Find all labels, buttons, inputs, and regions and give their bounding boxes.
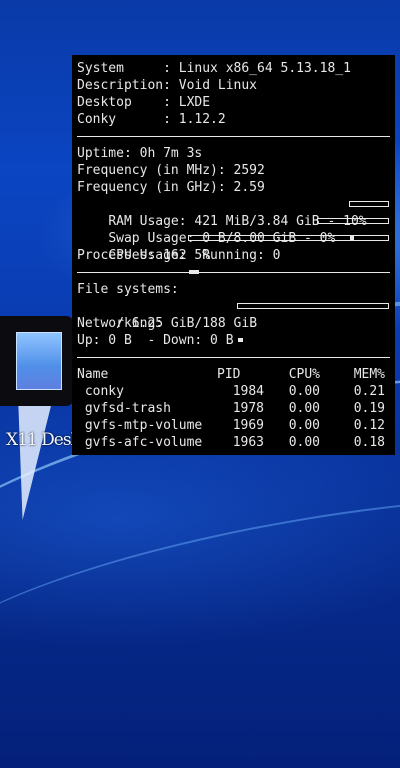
- process-mem: 0.18: [353, 435, 385, 450]
- process-cpu: 0.00: [288, 418, 320, 433]
- process-name: gvfsd-trash: [77, 401, 171, 416]
- process-cpu: 0.00: [288, 384, 320, 399]
- process-pid: 1969: [232, 418, 264, 433]
- swap-usage-line: Swap Usage: 0 B/8.00 GiB - 0%: [77, 213, 390, 246]
- cpu-usage-line: CPU Usage: 5%: [77, 230, 390, 274]
- process-cpu: 0.00: [288, 435, 320, 450]
- desktop-line: Desktop : LXDE: [77, 95, 211, 110]
- system-line: System : Linux x86_64 5.13.18_1: [77, 61, 351, 76]
- uptime-line: Uptime: 0h 7m 3s: [77, 146, 203, 161]
- monitor-icon: [16, 332, 62, 390]
- frequency-ghz-line: Frequency (in GHz): 2.59: [77, 180, 265, 195]
- filesystems-header: File systems:: [77, 282, 179, 297]
- ram-usage-bar: [349, 201, 389, 240]
- column-header-name: Name: [77, 367, 109, 382]
- process-mem: 0.21: [353, 384, 385, 399]
- process-pid: 1984: [232, 384, 264, 399]
- process-pid: 1978: [232, 401, 264, 416]
- process-table: Name PID CPU% MEM% conky 1984 0.00 0.21 …: [77, 366, 390, 451]
- cpu-usage-bar-fill: [189, 270, 199, 274]
- filesystem-root-line: / 6.25 GiB/188 GiB: [77, 298, 390, 342]
- processes-line: Processes: 162 Running: 0: [77, 248, 281, 263]
- process-name: conky: [77, 384, 124, 399]
- desktop-icon-x11[interactable]: [0, 316, 74, 406]
- conky-panel: System : Linux x86_64 5.13.18_1 Descript…: [72, 55, 395, 455]
- process-name: gvfs-mtp-volume: [77, 418, 203, 433]
- filesystem-root-bar: [237, 303, 389, 342]
- description-line: Description: Void Linux: [77, 78, 258, 93]
- network-traffic-line: Up: 0 B - Down: 0 B: [77, 333, 234, 348]
- conky-version-line: Conky : 1.12.2: [77, 112, 226, 127]
- process-cpu: 0.00: [288, 401, 320, 416]
- networking-header: Networking:: [77, 316, 164, 331]
- process-name: gvfs-afc-volume: [77, 435, 203, 450]
- divider: [77, 136, 390, 137]
- frequency-mhz-line: Frequency (in MHz): 2592: [77, 163, 265, 178]
- cpu-usage-bar: [188, 235, 389, 274]
- swap-usage-bar: [317, 218, 389, 224]
- process-mem: 0.19: [353, 401, 385, 416]
- process-mem: 0.12: [353, 418, 385, 433]
- ram-usage-line: RAM Usage: 421 MiB/3.84 GiB - 10%: [77, 196, 390, 240]
- desktop-icon-label[interactable]: X11 Desk: [6, 430, 72, 450]
- process-pid: 1963: [232, 435, 264, 450]
